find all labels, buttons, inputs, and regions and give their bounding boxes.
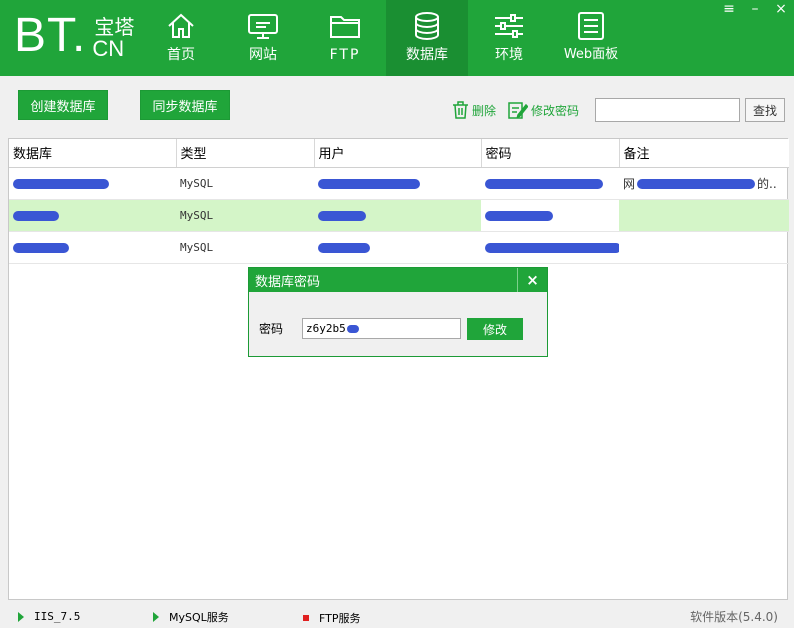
note-suffix: 的.. <box>757 176 777 191</box>
logo-chars: 宝塔 <box>94 15 135 39</box>
table-row[interactable]: MySQL <box>9 231 789 264</box>
delete-label: 删除 <box>472 103 497 118</box>
col-type[interactable]: 类型 <box>176 139 315 168</box>
nav-database-label: 数据库 <box>406 47 448 63</box>
nav-website-label: 网站 <box>249 47 277 63</box>
logo-main: BT. <box>14 9 87 62</box>
db-name-cell <box>9 231 176 264</box>
password-value: z6y2b5 <box>306 322 346 335</box>
nav-environment-label: 环境 <box>495 47 523 63</box>
table-row[interactable]: MySQL 网 的.. <box>9 167 789 200</box>
db-password-cell[interactable] <box>481 231 619 264</box>
db-password-cell[interactable] <box>481 199 619 232</box>
col-user[interactable]: 用户 <box>314 139 482 168</box>
col-password[interactable]: 密码 <box>481 139 620 168</box>
db-note-cell[interactable] <box>619 199 789 232</box>
running-icon <box>18 611 24 622</box>
folder-icon <box>328 10 362 42</box>
sync-database-button[interactable]: 同步数据库 <box>140 90 230 120</box>
col-database[interactable]: 数据库 <box>9 139 177 168</box>
redacted-mark <box>318 242 370 253</box>
nav-database[interactable]: 数据库 <box>386 0 468 76</box>
window-controls: ≡ – × <box>716 0 794 18</box>
sliders-icon <box>492 10 526 42</box>
redacted-mark <box>13 242 69 253</box>
ftp-label: FTP服务 <box>319 612 361 625</box>
db-note-cell[interactable]: 网 的.. <box>619 167 789 200</box>
nav-web-panel[interactable]: Web面板 <box>550 0 632 76</box>
search-input[interactable] <box>595 98 740 122</box>
redacted-mark <box>485 210 553 221</box>
mysql-label: MySQL服务 <box>169 611 229 624</box>
running-icon <box>153 612 159 622</box>
close-window-icon[interactable]: × <box>768 0 794 18</box>
software-version: 软件版本(5.4.0) <box>690 610 778 624</box>
redacted-mark <box>346 324 359 333</box>
db-note-cell[interactable] <box>619 231 789 264</box>
db-user-cell <box>314 167 481 200</box>
database-password-dialog: 数据库密码 × 密码 z6y2b5 修改 <box>248 267 548 357</box>
monitor-icon <box>246 10 280 42</box>
table-header-row: 数据库 类型 用户 密码 备注 <box>9 139 789 168</box>
redacted-mark <box>637 179 756 189</box>
password-label: 密码 <box>259 322 284 336</box>
db-user-cell <box>314 231 481 264</box>
redacted-mark <box>318 210 366 221</box>
dialog-titlebar[interactable]: 数据库密码 × <box>249 268 547 292</box>
modify-button[interactable]: 修改 <box>467 318 523 340</box>
db-user-cell <box>314 199 481 232</box>
password-field[interactable]: z6y2b5 <box>302 318 461 339</box>
list-icon <box>574 10 608 42</box>
table-row[interactable]: MySQL <box>9 199 789 232</box>
nav-environment[interactable]: 环境 <box>468 0 550 76</box>
redacted-mark <box>485 178 603 189</box>
nav-website[interactable]: 网站 <box>222 0 304 76</box>
home-icon <box>164 10 198 42</box>
db-name-cell <box>9 199 176 232</box>
change-password-label: 修改密码 <box>531 103 580 118</box>
search-button[interactable]: 查找 <box>745 98 785 122</box>
mysql-service[interactable]: MySQL服务 <box>153 609 229 625</box>
redacted-mark <box>485 242 619 253</box>
col-note[interactable]: 备注 <box>619 139 789 168</box>
redacted-mark <box>13 210 59 221</box>
redacted-mark <box>318 178 420 189</box>
change-password-button[interactable]: 修改密码 <box>508 101 579 119</box>
nav-home[interactable]: 首页 <box>140 0 222 76</box>
edit-icon <box>508 102 528 119</box>
dialog-title: 数据库密码 <box>255 274 321 290</box>
db-type-cell: MySQL <box>176 231 314 264</box>
ftp-service[interactable]: FTP服务 <box>303 610 361 626</box>
iis-label: IIS_7.5 <box>34 610 81 623</box>
nav-ftp[interactable]: FTP <box>304 0 386 76</box>
app-header: BT. 宝塔 CN 首页 网站 FTP 数据库 环境 Web面板 ≡ – × <box>0 0 794 76</box>
iis-service[interactable]: IIS_7.5 <box>18 610 80 623</box>
database-icon <box>410 10 444 42</box>
trash-icon <box>453 101 468 119</box>
bt-logo: BT. 宝塔 CN <box>14 12 134 60</box>
delete-button[interactable]: 删除 <box>452 101 496 119</box>
close-icon[interactable]: × <box>517 268 547 292</box>
status-bar: IIS_7.5 MySQL服务 FTP服务 软件版本(5.4.0) <box>0 602 794 628</box>
database-table: 数据库 类型 用户 密码 备注 MySQL 网 的.. MySQL MySQL <box>8 138 789 600</box>
menu-icon[interactable]: ≡ <box>716 0 742 18</box>
db-type-cell: MySQL <box>176 199 314 232</box>
logo-sub: CN <box>92 36 125 61</box>
create-database-button[interactable]: 创建数据库 <box>18 90 108 120</box>
main-nav: 首页 网站 FTP 数据库 环境 Web面板 <box>140 0 632 76</box>
nav-web-panel-label: Web面板 <box>563 47 619 62</box>
nav-home-label: 首页 <box>167 47 195 63</box>
db-type-cell: MySQL <box>176 167 314 200</box>
minimize-icon[interactable]: – <box>742 0 768 18</box>
redacted-mark <box>13 178 109 189</box>
note-prefix: 网 <box>623 176 636 191</box>
db-password-cell[interactable] <box>481 167 619 200</box>
stopped-icon <box>303 615 309 621</box>
nav-ftp-label: FTP <box>329 47 361 63</box>
db-name-cell <box>9 167 176 200</box>
